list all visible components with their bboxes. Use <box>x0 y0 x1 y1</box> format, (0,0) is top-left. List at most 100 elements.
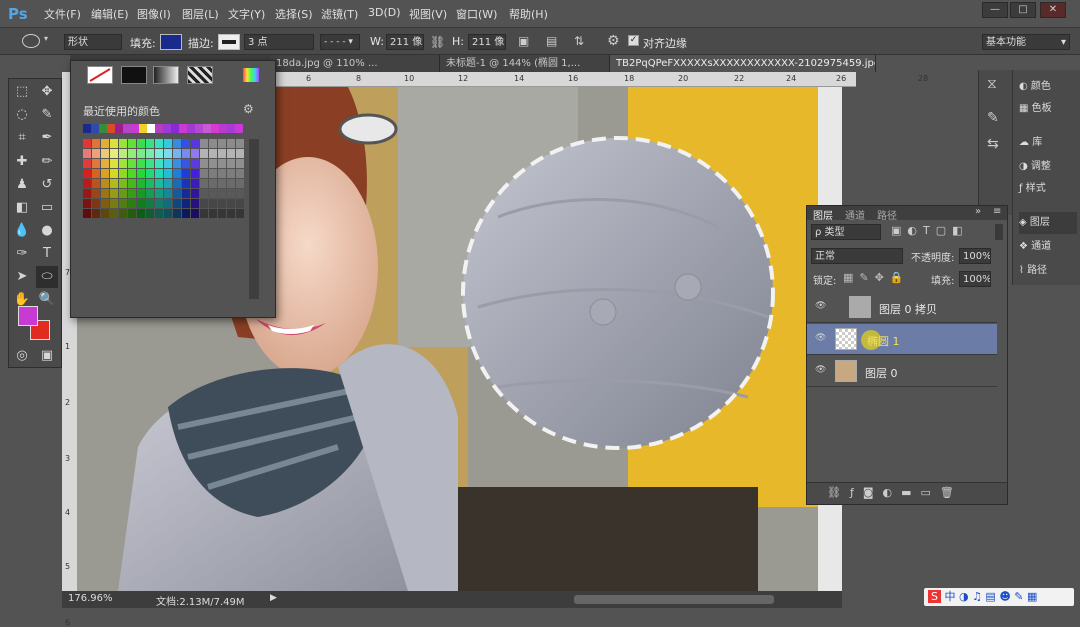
swatch-chip[interactable] <box>110 179 118 188</box>
color-picker-icon[interactable] <box>243 68 259 82</box>
swatch-chip[interactable] <box>128 199 136 208</box>
swatch-chip[interactable] <box>92 189 100 198</box>
height-input[interactable]: 211 像 <box>468 34 506 50</box>
layer-filter-select[interactable]: ρ 类型 <box>811 224 881 240</box>
swatch-chip[interactable] <box>191 189 199 198</box>
swatch-chip[interactable] <box>236 159 244 168</box>
eraser-tool-icon[interactable]: ◧ <box>11 197 33 219</box>
swatch-chip[interactable] <box>182 199 190 208</box>
swatch-chip[interactable] <box>227 189 235 198</box>
swatch-chip[interactable] <box>227 199 235 208</box>
swatch-chip[interactable] <box>107 124 115 133</box>
menu-image[interactable]: 图像(I) <box>137 6 171 22</box>
swatch-chip[interactable] <box>173 139 181 148</box>
swatch-chip[interactable] <box>119 169 127 178</box>
swatch-chip[interactable] <box>119 159 127 168</box>
swatch-chip[interactable] <box>155 179 163 188</box>
swatch-chip[interactable] <box>101 169 109 178</box>
healing-tool-icon[interactable]: ✚ <box>11 151 33 173</box>
swatch-chip[interactable] <box>164 169 172 178</box>
swatch-chip[interactable] <box>101 209 109 218</box>
swatch-chip[interactable] <box>91 124 99 133</box>
swatch-chip[interactable] <box>164 179 172 188</box>
swatch-chip[interactable] <box>101 199 109 208</box>
gear-icon[interactable]: ⚙ <box>243 102 254 116</box>
layer-row-copy[interactable]: 👁 图层 0 拷贝 <box>807 292 997 323</box>
swatch-chip[interactable] <box>92 199 100 208</box>
swatch-chip[interactable] <box>128 169 136 178</box>
ime-toolbar[interactable]: S 中 ◑ ♫ ▤ ☻ ✎ ▦ <box>924 588 1074 606</box>
swatch-chip[interactable] <box>155 209 163 218</box>
swatch-chip[interactable] <box>200 139 208 148</box>
swatch-chip[interactable] <box>236 169 244 178</box>
swatch-chip[interactable] <box>137 209 145 218</box>
swatch-chip[interactable] <box>191 199 199 208</box>
swatch-chip[interactable] <box>227 124 235 133</box>
swatch-chip[interactable] <box>209 199 217 208</box>
eye-icon[interactable]: 👁 <box>815 365 827 377</box>
swatch-chip[interactable] <box>128 189 136 198</box>
history-brush-tool-icon[interactable]: ↺ <box>36 174 58 196</box>
eye-icon[interactable]: 👁 <box>815 301 827 313</box>
menu-select[interactable]: 选择(S) <box>275 6 313 22</box>
swatch-chip[interactable] <box>137 189 145 198</box>
swatch-chip[interactable] <box>236 189 244 198</box>
swatch-chip[interactable] <box>119 149 127 158</box>
menu-filter[interactable]: 滤镜(T) <box>321 6 358 22</box>
swatch-chip[interactable] <box>171 124 179 133</box>
link-icon[interactable]: ⛓ <box>430 35 445 49</box>
gradient-tool-icon[interactable]: ▭ <box>36 197 58 219</box>
swatch-chip[interactable] <box>164 189 172 198</box>
swatch-chip[interactable] <box>173 199 181 208</box>
swatch-chip[interactable] <box>128 209 136 218</box>
swatch-chip[interactable] <box>191 209 199 218</box>
adjust-icon[interactable]: ⇆ <box>987 136 999 152</box>
swatch-chip[interactable] <box>128 159 136 168</box>
swatch-chip[interactable] <box>83 149 91 158</box>
swatch-chip[interactable] <box>218 179 226 188</box>
swatch-chip[interactable] <box>146 159 154 168</box>
swatch-chip[interactable] <box>92 209 100 218</box>
swatch-chip[interactable] <box>200 159 208 168</box>
swatch-chip[interactable] <box>128 149 136 158</box>
menu-file[interactable]: 文件(F) <box>44 6 81 22</box>
path-select-tool-icon[interactable]: ➤ <box>11 266 33 288</box>
swatch-chip[interactable] <box>137 199 145 208</box>
screen-mode-icon[interactable]: ▣ <box>36 345 58 367</box>
shape-mode-select[interactable]: 形状 <box>64 34 122 50</box>
swatch-chip[interactable] <box>173 209 181 218</box>
tab-document-1[interactable]: 18da.jpg @ 110% ... <box>270 55 440 72</box>
swatch-chip[interactable] <box>137 179 145 188</box>
layer-row-ellipse[interactable]: 👁 椭圆 1 <box>807 324 997 355</box>
swatch-chip[interactable] <box>191 169 199 178</box>
swatch-chip[interactable] <box>92 179 100 188</box>
blur-tool-icon[interactable]: 💧 <box>11 220 33 242</box>
swatch-chip[interactable] <box>200 149 208 158</box>
ellipse-tool-icon[interactable] <box>22 34 40 48</box>
swatch-chip[interactable] <box>128 139 136 148</box>
swatch-chip[interactable] <box>146 199 154 208</box>
path-align-icon[interactable]: ▤ <box>546 34 557 48</box>
swatch-chip[interactable] <box>164 199 172 208</box>
brush-icon[interactable]: ✎ <box>987 110 999 126</box>
swatch-chip[interactable] <box>191 139 199 148</box>
dock-color[interactable]: ◐ 颜色 <box>1019 76 1077 98</box>
swatch-chip[interactable] <box>115 124 123 133</box>
history-icon[interactable]: ⧖ <box>987 76 997 92</box>
swatch-chip[interactable] <box>200 209 208 218</box>
solid-color-icon[interactable] <box>121 66 147 84</box>
swatch-chip[interactable] <box>182 149 190 158</box>
swatch-chip[interactable] <box>131 124 139 133</box>
brush-tool-icon[interactable]: ✏ <box>36 151 58 173</box>
layer-name[interactable]: 图层 0 <box>865 365 898 381</box>
stroke-width-input[interactable]: 3 点 <box>244 34 314 50</box>
workspace-select[interactable]: 基本功能 ▾ <box>982 34 1070 50</box>
path-ops-icon[interactable]: ▣ <box>518 34 529 48</box>
swatch-chip[interactable] <box>218 169 226 178</box>
swatch-chip[interactable] <box>146 209 154 218</box>
dock-adjustments[interactable]: ◑ 调整 <box>1019 156 1077 178</box>
swatch-chip[interactable] <box>155 139 163 148</box>
swatch-chip[interactable] <box>83 189 91 198</box>
layer-row-base[interactable]: 👁 图层 0 <box>807 356 997 387</box>
swatch-chip[interactable] <box>155 159 163 168</box>
